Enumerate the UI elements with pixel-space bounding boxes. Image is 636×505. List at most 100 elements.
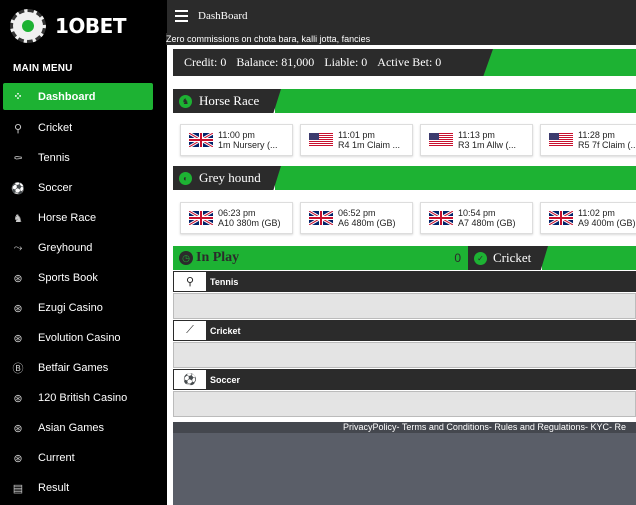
account-summary: Credit: 0 Balance: 81,000 Liable: 0 Acti…: [173, 49, 493, 76]
sidebar-item-dashboard[interactable]: ⁘ Dashboard: [3, 83, 153, 110]
race-time: 06:52 pm: [338, 208, 376, 218]
sidebar-item-label: Cricket: [38, 122, 73, 134]
greyhound-icon: ◐: [179, 171, 192, 185]
us-flag-icon: [429, 133, 453, 147]
race-name: A6 480m (GB): [338, 218, 396, 228]
cricket-icon: ⟋: [173, 320, 207, 341]
cricket-tab-label: Cricket: [493, 250, 532, 265]
race-time: 11:13 pm: [458, 130, 495, 140]
sport-events-list: [173, 293, 636, 319]
gb-flag-icon: [428, 209, 454, 227]
horse-race-header[interactable]: ♞ Horse Race: [173, 89, 636, 113]
sidebar-item-evolution-casino[interactable]: ⊛ Evolution Casino: [3, 323, 153, 353]
liable-value: Liable: 0: [324, 55, 368, 69]
sidebar-item-label: Horse Race: [38, 212, 97, 224]
sidebar-item-tennis[interactable]: ⚰ Tennis: [3, 143, 153, 173]
sport-events-list: [173, 342, 636, 368]
sport-header[interactable]: ⚽ Soccer: [173, 369, 636, 390]
race-name: R5 7f Claim (...: [578, 140, 636, 150]
sidebar-item-sports-book[interactable]: ⊛ Sports Book: [3, 263, 153, 293]
greyhound-header[interactable]: ◐ Grey hound: [173, 166, 636, 190]
race-card[interactable]: 11:01 pm R4 1m Claim ...: [300, 124, 413, 156]
app-root: 1OBET MAIN MENU ⁘ Dashboard ⚲ Cricket ⚰ Tenni…: [0, 0, 636, 505]
sidebar-item-soccer[interactable]: ⚽ Soccer: [3, 173, 153, 203]
sport-name: Cricket: [210, 325, 241, 336]
horse-icon: ♞: [179, 94, 192, 108]
race-card[interactable]: 06:23 pm A10 380m (GB): [180, 202, 293, 234]
sidebar-item-result[interactable]: ▤ Result: [3, 473, 153, 503]
check-icon: ✓: [474, 251, 487, 265]
sidebar-item-label: Sports Book: [38, 272, 98, 284]
in-play-tab[interactable]: ◷ In Play 0: [173, 246, 468, 270]
sidebar-item-asian-games[interactable]: ⊛ Asian Games: [3, 413, 153, 443]
sidebar-item-label: 120 British Casino: [38, 392, 128, 404]
sportsbook-icon: ⊛: [13, 272, 23, 285]
sidebar-item-ezugi-casino[interactable]: ⊛ Ezugi Casino: [3, 293, 153, 323]
sport-header[interactable]: ⟋ Cricket: [173, 320, 636, 341]
casino-chip-icon: ⊛: [13, 302, 23, 315]
race-card[interactable]: 10:54 pm A7 480m (GB): [420, 202, 533, 234]
sidebar-item-label: Ezugi Casino: [38, 302, 103, 314]
credit-value: Credit: 0: [184, 55, 227, 69]
hamburger-menu-icon[interactable]: [175, 10, 188, 22]
sidebar-item-120-british-casino[interactable]: ⊛ 120 British Casino: [3, 383, 153, 413]
footer-links[interactable]: PrivacyPolicy- Terms and Conditions- Rul…: [173, 422, 636, 433]
gb-flag-icon: [188, 209, 214, 227]
summary-accent: [483, 49, 636, 76]
cricket-icon: ⚲: [13, 122, 23, 135]
cricket-tab[interactable]: ✓ Cricket: [468, 246, 548, 270]
us-flag-icon: [549, 133, 573, 147]
sidebar-item-horse-race[interactable]: ♞ Horse Race: [3, 203, 153, 233]
race-card[interactable]: 11:02 pm A9 400m (GB): [540, 202, 636, 234]
brand-name: 1OBET: [55, 14, 126, 38]
gb-flag-icon: [188, 131, 214, 149]
race-name: R4 1m Claim ...: [338, 140, 401, 150]
sidebar-item-cricket[interactable]: ⚲ Cricket: [3, 113, 153, 143]
sidebar-item-label: Tennis: [38, 152, 70, 164]
sidebar-item-current[interactable]: ⊛ Current: [3, 443, 153, 473]
logo-chip-icon: [10, 9, 46, 43]
race-name: A9 400m (GB): [578, 218, 636, 228]
sidebar-menu: ⁘ Dashboard ⚲ Cricket ⚰ Tennis ⚽ Soccer ♞ Horse R…: [3, 83, 153, 503]
sidebar-item-label: Dashboard: [38, 90, 96, 103]
in-play-bar: ◷ In Play 0 ✓ Cricket: [173, 246, 636, 270]
sidebar: 1OBET MAIN MENU ⁘ Dashboard ⚲ Cricket ⚰ Tenni…: [0, 0, 167, 505]
race-time: 11:02 pm: [578, 208, 615, 218]
race-card[interactable]: 11:28 pm R5 7f Claim (...: [540, 124, 636, 156]
race-card[interactable]: 11:13 pm R3 1m Allw (...: [420, 124, 533, 156]
race-time: 11:28 pm: [578, 130, 615, 140]
casino-chip-icon: ⊛: [13, 452, 23, 465]
sidebar-item-label: Result: [38, 482, 70, 494]
sport-header[interactable]: ⚲ Tennis: [173, 271, 636, 292]
sidebar-item-label: Soccer: [38, 182, 73, 194]
greyhound-icon: ⤳: [13, 241, 23, 254]
clock-icon: ◷: [179, 251, 193, 265]
gb-flag-icon: [308, 209, 334, 227]
logo[interactable]: 1OBET: [10, 9, 126, 43]
in-play-label: In Play: [196, 250, 240, 265]
gb-flag-icon: [548, 209, 574, 227]
sidebar-item-label: Asian Games: [38, 422, 105, 434]
race-name: R3 1m Allw (...: [458, 140, 517, 150]
race-time: 11:01 pm: [338, 130, 375, 140]
active-bet-value: Active Bet: 0: [377, 55, 442, 69]
balance-value: Balance: 81,000: [236, 55, 315, 69]
sport-name: Tennis: [210, 276, 239, 287]
race-name: A10 380m (GB): [218, 218, 281, 228]
race-name: 1m Nursery (...: [218, 140, 278, 150]
race-card[interactable]: 11:00 pm 1m Nursery (...: [180, 124, 293, 156]
sidebar-item-betfair-games[interactable]: Ⓑ Betfair Games: [3, 353, 153, 383]
race-card[interactable]: 06:52 pm A6 480m (GB): [300, 202, 413, 234]
sidebar-item-greyhound[interactable]: ⤳ Greyhound: [3, 233, 153, 263]
casino-chip-icon: ⊛: [13, 392, 23, 405]
greyhound-race-list: 06:23 pm A10 380m (GB) 06:52 pm A6 480m (GB…: [180, 202, 636, 234]
footer: PrivacyPolicy- Terms and Conditions- Rul…: [173, 422, 636, 505]
sport-section-tennis: ⚲ Tennis: [173, 271, 636, 319]
sport-events-list: [173, 391, 636, 417]
soccer-icon: ⚽: [173, 369, 207, 390]
sidebar-item-label: Greyhound: [38, 242, 93, 254]
account-summary-bar: Credit: 0 Balance: 81,000 Liable: 0 Acti…: [173, 49, 636, 76]
result-icon: ▤: [12, 482, 24, 495]
soccer-icon: ⚽: [11, 182, 25, 195]
race-time: 11:00 pm: [218, 130, 255, 140]
